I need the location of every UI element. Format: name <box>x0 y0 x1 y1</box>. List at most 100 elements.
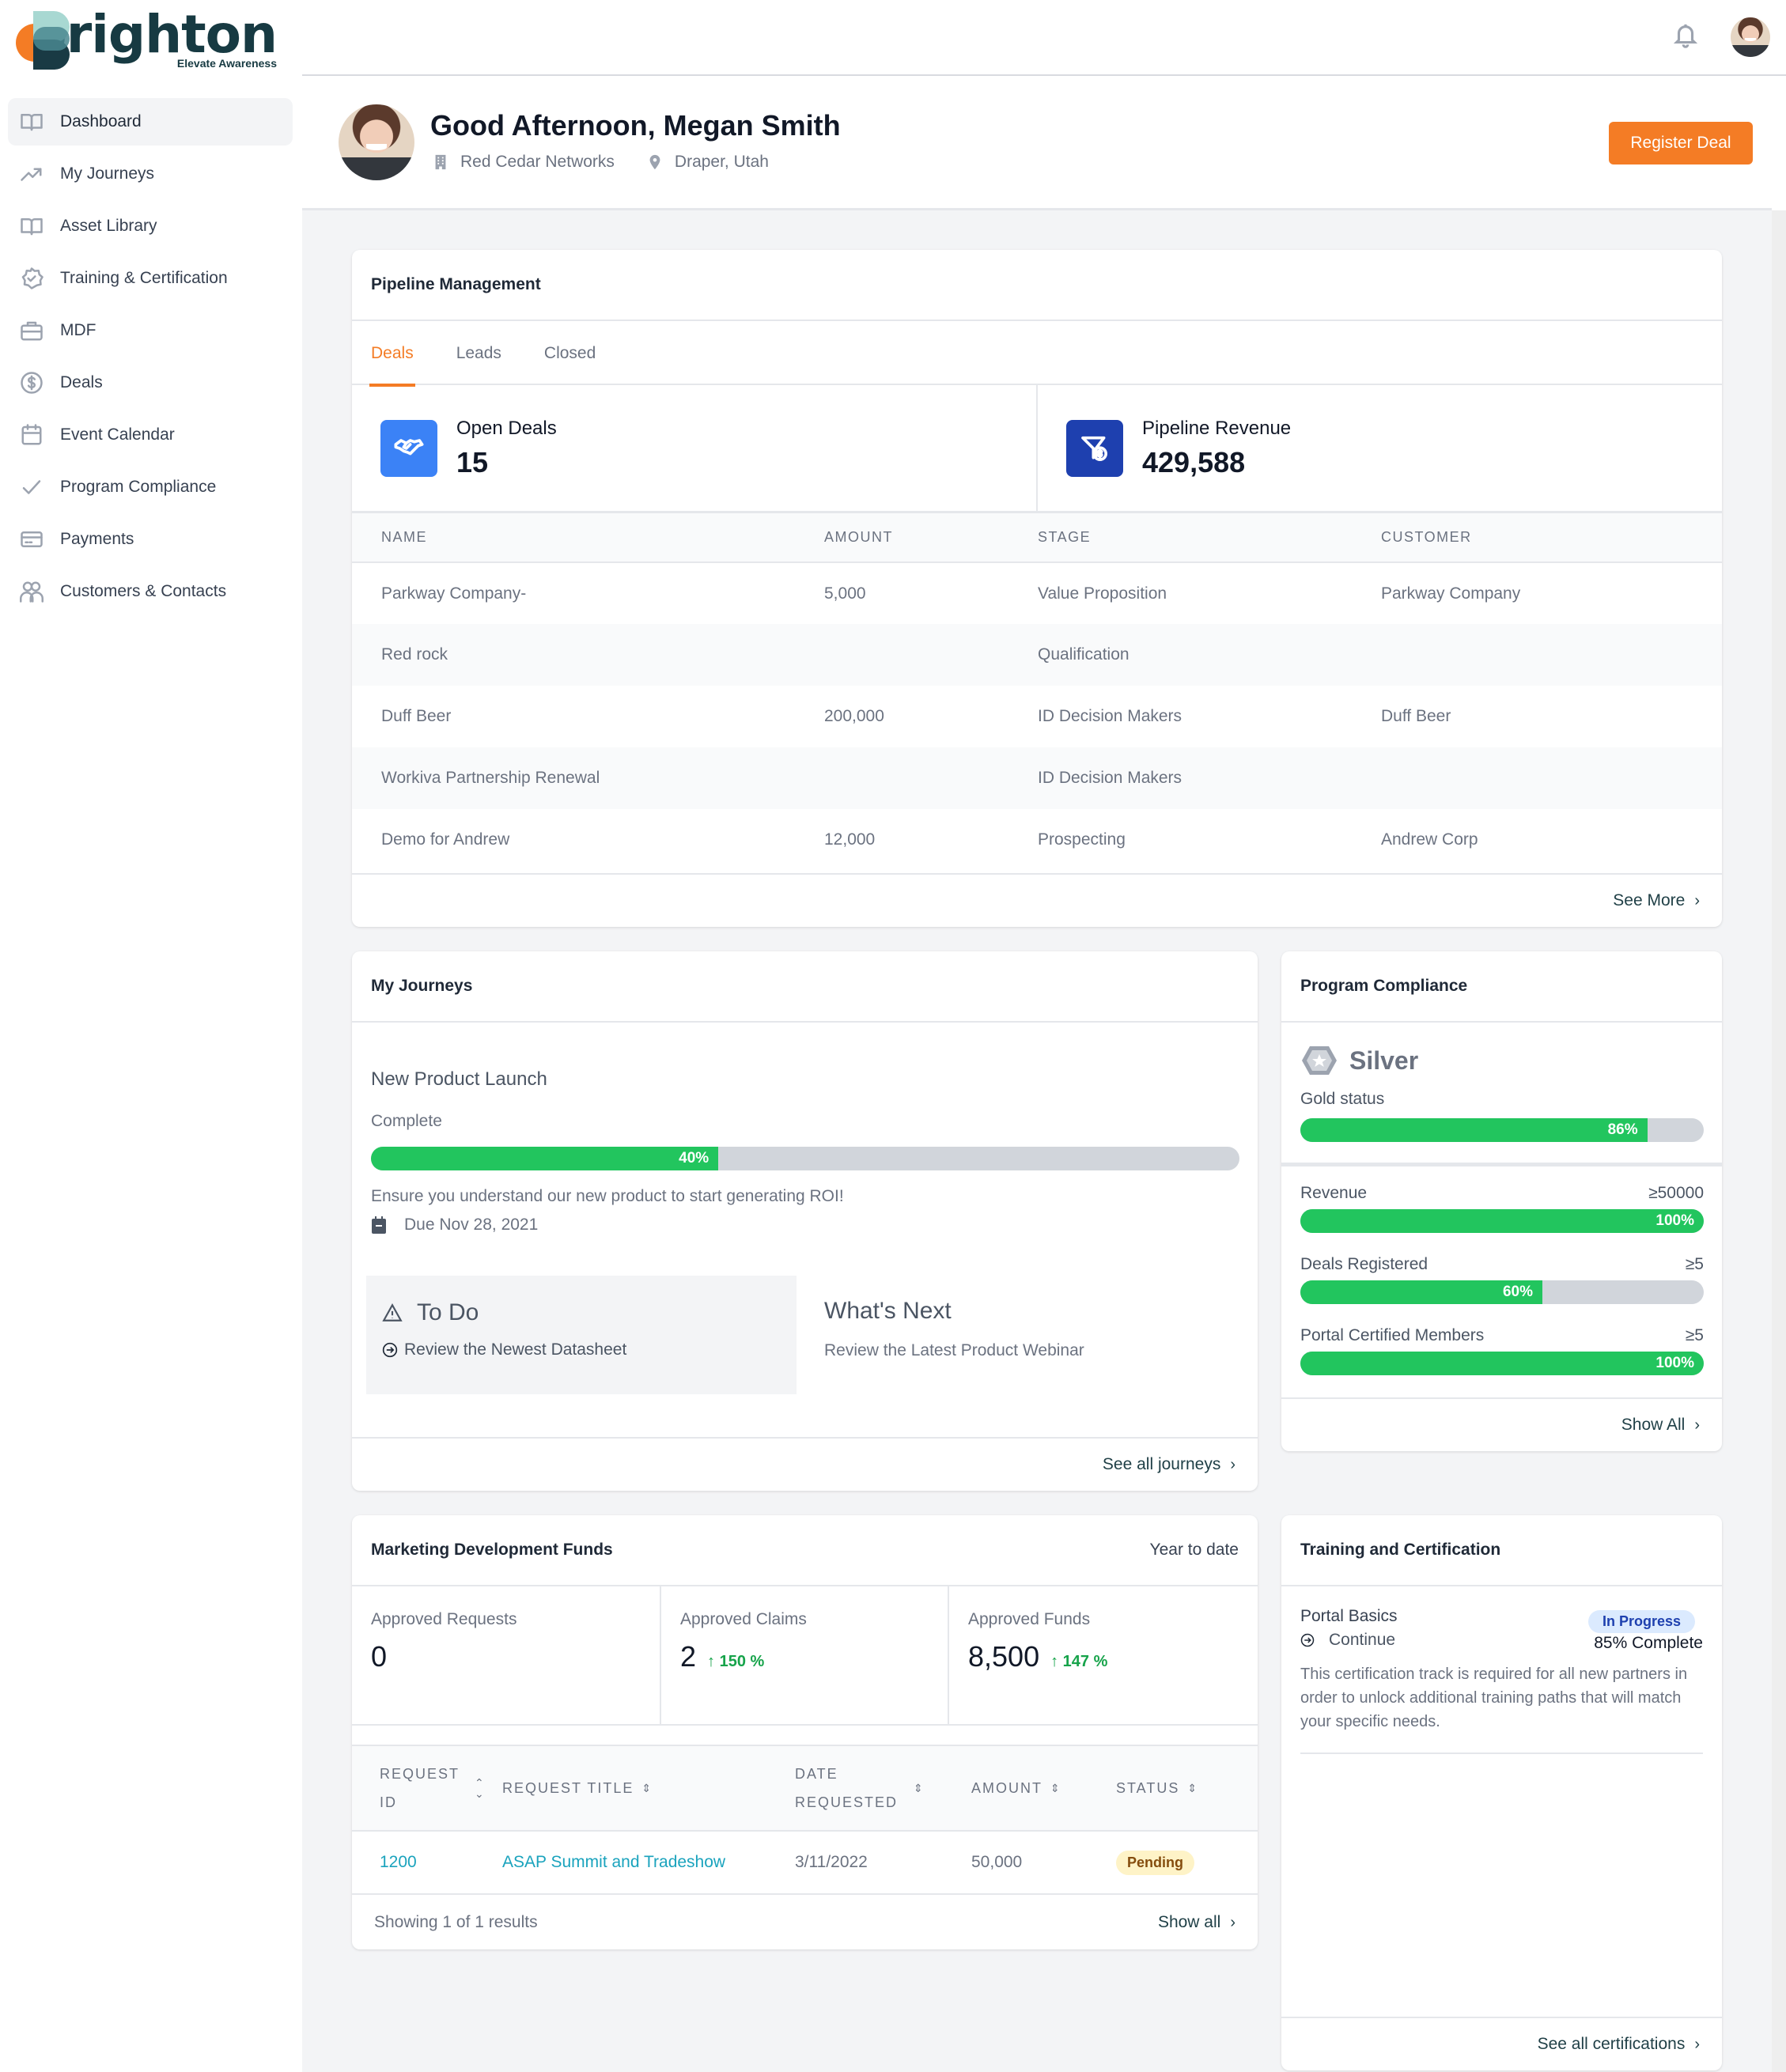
deal-amount: 5,000 <box>824 584 866 603</box>
chevron-right-icon: › <box>1230 1455 1235 1473</box>
deal-amount <box>824 747 1038 809</box>
column-header-amount[interactable]: AMOUNT ⇕ <box>971 1745 1116 1832</box>
sidebar-item-dashboard[interactable]: Dashboard <box>8 98 293 146</box>
sidebar-item-label: Dashboard <box>60 112 142 130</box>
see-all-certifications-link[interactable]: See all certifications › <box>1538 2035 1700 2054</box>
sidebar-item-label: My Journeys <box>60 164 155 183</box>
table-row[interactable]: Duff Beer 200,000 ID Decision Makers Duf… <box>352 686 1722 747</box>
sidebar-item-training-certification[interactable]: Training & Certification <box>8 255 293 302</box>
sidebar-item-customers-contacts[interactable]: Customers & Contacts <box>8 568 293 615</box>
book-open-icon <box>19 214 44 239</box>
journey-due-date: Due Nov 28, 2021 <box>404 1216 539 1234</box>
pipeline-management-card: Pipeline Management Deals Leads Closed O… <box>352 250 1722 927</box>
sidebar-item-label: Payments <box>60 530 134 548</box>
column-header-amount[interactable]: AMOUNT <box>824 513 1038 563</box>
company-name: Red Cedar Networks <box>460 153 615 171</box>
requirement-revenue: Revenue ≥50000 100% <box>1300 1184 1704 1233</box>
column-header-date-requested[interactable]: DATE REQUESTED ⇕ <box>795 1745 971 1832</box>
my-journeys-card: My Journeys New Product Launch Complete … <box>352 951 1258 1491</box>
location-pin-icon <box>649 154 660 170</box>
column-header-customer[interactable]: CUSTOMER <box>1381 513 1722 563</box>
stat-label: Open Deals <box>456 417 557 439</box>
check-icon <box>19 475 44 500</box>
deal-name: Duff Beer <box>381 707 452 725</box>
briefcase-icon <box>19 318 44 343</box>
approved-funds-stat: Approved Funds 8,500 ↑ 147 % <box>948 1586 1258 1724</box>
arrow-circle-right-icon <box>1300 1633 1315 1647</box>
progress-fill: 100% <box>1300 1352 1704 1375</box>
book-open-icon <box>19 109 44 134</box>
requirement-portal-certified-members: Portal Certified Members ≥5 100% <box>1300 1326 1704 1375</box>
date-range-label[interactable]: Year to date <box>1150 1541 1239 1560</box>
show-all-compliance-link[interactable]: Show All › <box>1621 1416 1700 1435</box>
sidebar-item-payments[interactable]: Payments <box>8 516 293 563</box>
sort-icon: ⇕ <box>1050 1782 1061 1794</box>
sidebar-item-deals[interactable]: Deals <box>8 359 293 406</box>
tab-leads[interactable]: Leads <box>456 321 501 385</box>
todo-item-link[interactable]: Review the Newest Datasheet <box>382 1340 626 1359</box>
continue-link[interactable]: Continue <box>1300 1631 1395 1650</box>
welcome-header: Good Afternoon, Megan Smith Red Cedar Ne… <box>302 76 1772 210</box>
brand-logo[interactable]: brighton Elevate Awareness <box>16 6 278 71</box>
divider <box>1281 1163 1722 1166</box>
deal-amount: 12,000 <box>824 830 876 849</box>
completion-percent: 85% Complete <box>1594 1634 1703 1652</box>
profile-avatar <box>339 104 414 180</box>
see-all-journeys-link[interactable]: See all journeys › <box>1103 1455 1235 1474</box>
chevron-right-icon: › <box>1694 2035 1700 2053</box>
link-label: See all certifications <box>1537 2035 1686 2053</box>
requirement-progress-bar: 100% <box>1300 1352 1704 1375</box>
whats-next-item[interactable]: Review the Latest Product Webinar <box>824 1341 1084 1360</box>
sort-icon: ⇕ <box>914 1782 925 1794</box>
chevron-right-icon: › <box>1694 1416 1700 1434</box>
progress-fill: 60% <box>1300 1280 1542 1304</box>
deal-customer <box>1381 747 1722 809</box>
register-deal-button[interactable]: Register Deal <box>1609 122 1753 164</box>
column-header-stage[interactable]: STAGE <box>1038 513 1381 563</box>
show-all-mdf-link[interactable]: Show all › <box>1158 1913 1235 1932</box>
stat-value: 2 <box>680 1640 697 1673</box>
sidebar-item-asset-library[interactable]: Asset Library <box>8 202 293 250</box>
trending-up-icon <box>19 161 44 187</box>
table-row[interactable]: Demo for Andrew 12,000 Prospecting Andre… <box>352 809 1722 871</box>
page-title: Good Afternoon, Megan Smith <box>430 109 841 142</box>
notifications-bell-icon[interactable] <box>1672 22 1701 51</box>
requirement-progress-bar: 100% <box>1300 1209 1704 1233</box>
stat-change-up: ↑ 150 % <box>707 1653 765 1670</box>
chevron-right-icon: › <box>1230 1913 1235 1931</box>
sidebar-item-label: MDF <box>60 321 96 339</box>
whats-next-title: What's Next <box>824 1298 952 1324</box>
stat-value: 15 <box>456 445 489 478</box>
table-row[interactable]: Workiva Partnership Renewal ID Decision … <box>352 747 1722 809</box>
column-header-status[interactable]: STATUS ⇕ <box>1116 1745 1258 1832</box>
sidebar-item-event-calendar[interactable]: Event Calendar <box>8 411 293 459</box>
table-row[interactable]: Red rock Qualification <box>352 624 1722 686</box>
requirement-progress-bar: 60% <box>1300 1280 1704 1304</box>
sidebar-item-program-compliance[interactable]: Program Compliance <box>8 463 293 511</box>
deal-customer: Parkway Company <box>1381 584 1521 603</box>
tab-closed[interactable]: Closed <box>544 321 596 385</box>
request-id-link[interactable]: 1200 <box>380 1853 417 1871</box>
sidebar-item-label: Asset Library <box>60 217 157 235</box>
journey-name[interactable]: New Product Launch <box>371 1068 547 1091</box>
stat-label: Pipeline Revenue <box>1142 417 1292 439</box>
see-more-link[interactable]: See More › <box>1613 891 1700 910</box>
card-title: Program Compliance <box>1300 977 1468 995</box>
link-label: See More <box>1613 891 1686 909</box>
warning-triangle-icon <box>382 1303 403 1321</box>
table-row[interactable]: Parkway Company- 5,000 Value Proposition… <box>352 562 1722 624</box>
column-header-request-title[interactable]: REQUEST TITLE ⇕ <box>502 1745 795 1832</box>
sidebar-item-my-journeys[interactable]: My Journeys <box>8 150 293 198</box>
course-name[interactable]: Portal Basics <box>1300 1607 1398 1626</box>
column-label: DATE REQUESTED <box>795 1766 899 1810</box>
column-header-request-id[interactable]: REQUEST ID ⌃ ⌄ <box>352 1745 502 1832</box>
tab-deals[interactable]: Deals <box>369 321 415 387</box>
sidebar-item-mdf[interactable]: MDF <box>8 307 293 354</box>
request-title-link[interactable]: ASAP Summit and Tradeshow <box>502 1853 725 1871</box>
table-row: 1200 ASAP Summit and Tradeshow 3/11/2022… <box>352 1831 1258 1895</box>
scrollbar-track[interactable] <box>1772 210 1786 2072</box>
column-header-name[interactable]: NAME <box>352 513 824 563</box>
user-avatar[interactable] <box>1731 17 1770 57</box>
sort-icon: ⌃ ⌄ <box>475 1776 486 1800</box>
sort-icon: ⇕ <box>1187 1782 1199 1794</box>
